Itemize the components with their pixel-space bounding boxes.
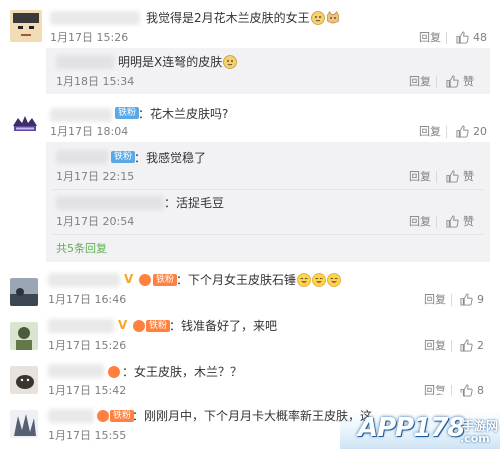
cat-emoji-icon (326, 11, 340, 25)
avatar[interactable] (10, 366, 38, 394)
like-button[interactable]: 赞 (446, 215, 474, 229)
like-button[interactable]: 赞 (446, 75, 474, 89)
like-button[interactable]: 48 (456, 31, 487, 45)
verified-v-icon: V (118, 318, 128, 332)
heart-icon (97, 410, 109, 422)
username[interactable] (48, 319, 114, 333)
comment-text: ：女王皮肤，木兰？？ (122, 365, 243, 379)
like-button[interactable]: 20 (456, 125, 487, 139)
reply-text: ：我感觉稳了 (134, 151, 207, 165)
comment-text: 我觉得是2月花木兰皮肤的女王 (146, 10, 340, 26)
divider (436, 171, 437, 183)
fan-badge: 铁粉 (153, 274, 178, 286)
doge-emoji-icon (310, 11, 325, 25)
thumbs-up-icon (446, 170, 459, 183)
fan-badge: 铁粉 (110, 410, 135, 422)
avatar[interactable] (10, 322, 38, 350)
reply-time: 1月17日 22:15 (56, 170, 135, 183)
watermark-domain: .com (460, 432, 490, 445)
site-watermark: APP178 手游网 .com (340, 389, 500, 449)
username[interactable] (50, 11, 140, 25)
comment-time: 1月17日 18:04 (50, 125, 129, 138)
reply-button[interactable]: 回复 (409, 75, 431, 89)
divider (451, 340, 452, 352)
watermark-cn: 手游网 (462, 419, 499, 433)
reply-button[interactable]: 回复 (419, 31, 441, 45)
username[interactable] (56, 55, 114, 69)
avatar[interactable] (10, 410, 38, 438)
view-all-replies-link[interactable]: 共5条回复 (56, 242, 107, 256)
verified-v-icon: V (124, 272, 134, 286)
heart-icon (108, 366, 120, 378)
reply-button[interactable]: 回复 (409, 170, 431, 184)
laugh-emoji-icon (297, 273, 311, 287)
comment-text: ：花木兰皮肤吗? (138, 107, 229, 121)
heart-icon (133, 320, 145, 332)
divider (436, 216, 437, 228)
reply-text: 明明是X连弩的皮肤 (118, 54, 238, 70)
comment-text: ：下个月女王皮肤石锤 (176, 272, 341, 288)
comment-text: ：刚刚月中，下个月月卡大概率新王皮肤，这 (132, 409, 373, 423)
thumbs-up-icon (460, 293, 473, 306)
reply-button[interactable]: 回复 (419, 125, 441, 139)
watermark-brand: APP178 (358, 413, 466, 443)
fan-badge: 铁粉 (146, 320, 171, 332)
reply-time: 1月17日 20:54 (56, 215, 135, 228)
comment-time: 1月17日 16:46 (48, 293, 127, 306)
username[interactable] (48, 364, 104, 378)
username[interactable] (48, 409, 94, 423)
thumbs-up-icon (456, 125, 469, 138)
laugh-emoji-icon (327, 273, 341, 287)
comment-time: 1月17日 15:26 (48, 339, 127, 352)
reply-button[interactable]: 回复 (409, 215, 431, 229)
divider (446, 126, 447, 138)
username[interactable] (48, 273, 120, 287)
divider (446, 32, 447, 44)
thumbs-up-icon (456, 31, 469, 44)
avatar[interactable] (10, 278, 38, 306)
fan-badge: 铁粉 (111, 151, 136, 163)
doge-emoji-icon (223, 55, 238, 69)
avatar[interactable] (10, 108, 40, 138)
username[interactable] (50, 108, 112, 122)
reply-time: 1月18日 15:34 (56, 75, 135, 88)
username[interactable] (56, 196, 164, 210)
like-button[interactable]: 赞 (446, 170, 474, 184)
heart-icon (139, 274, 151, 286)
divider (436, 76, 437, 88)
reply-text: ：活捉毛豆 (164, 196, 225, 210)
thumbs-up-icon (460, 339, 473, 352)
reply-button[interactable]: 回复 (424, 293, 446, 307)
thumbs-up-icon (446, 75, 459, 88)
laugh-emoji-icon (312, 273, 326, 287)
reply-button[interactable]: 回复 (424, 339, 446, 353)
avatar[interactable] (10, 10, 42, 42)
comment-time: 1月17日 15:55 (48, 429, 127, 442)
like-button[interactable]: 2 (460, 339, 484, 353)
comment-time: 1月17日 15:26 (50, 31, 129, 44)
divider (451, 294, 452, 306)
like-button[interactable]: 9 (460, 293, 484, 307)
fan-badge: 铁粉 (115, 107, 140, 119)
comment-text: ：钱准备好了，来吧 (169, 319, 278, 333)
thumbs-up-icon (446, 215, 459, 228)
divider (52, 189, 484, 190)
divider (52, 234, 484, 235)
comment-time: 1月17日 15:42 (48, 384, 127, 397)
username[interactable] (56, 150, 108, 164)
